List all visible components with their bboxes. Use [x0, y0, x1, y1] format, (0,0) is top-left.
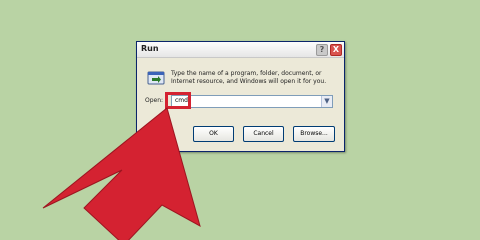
pointer-arrow-icon	[42, 107, 201, 240]
